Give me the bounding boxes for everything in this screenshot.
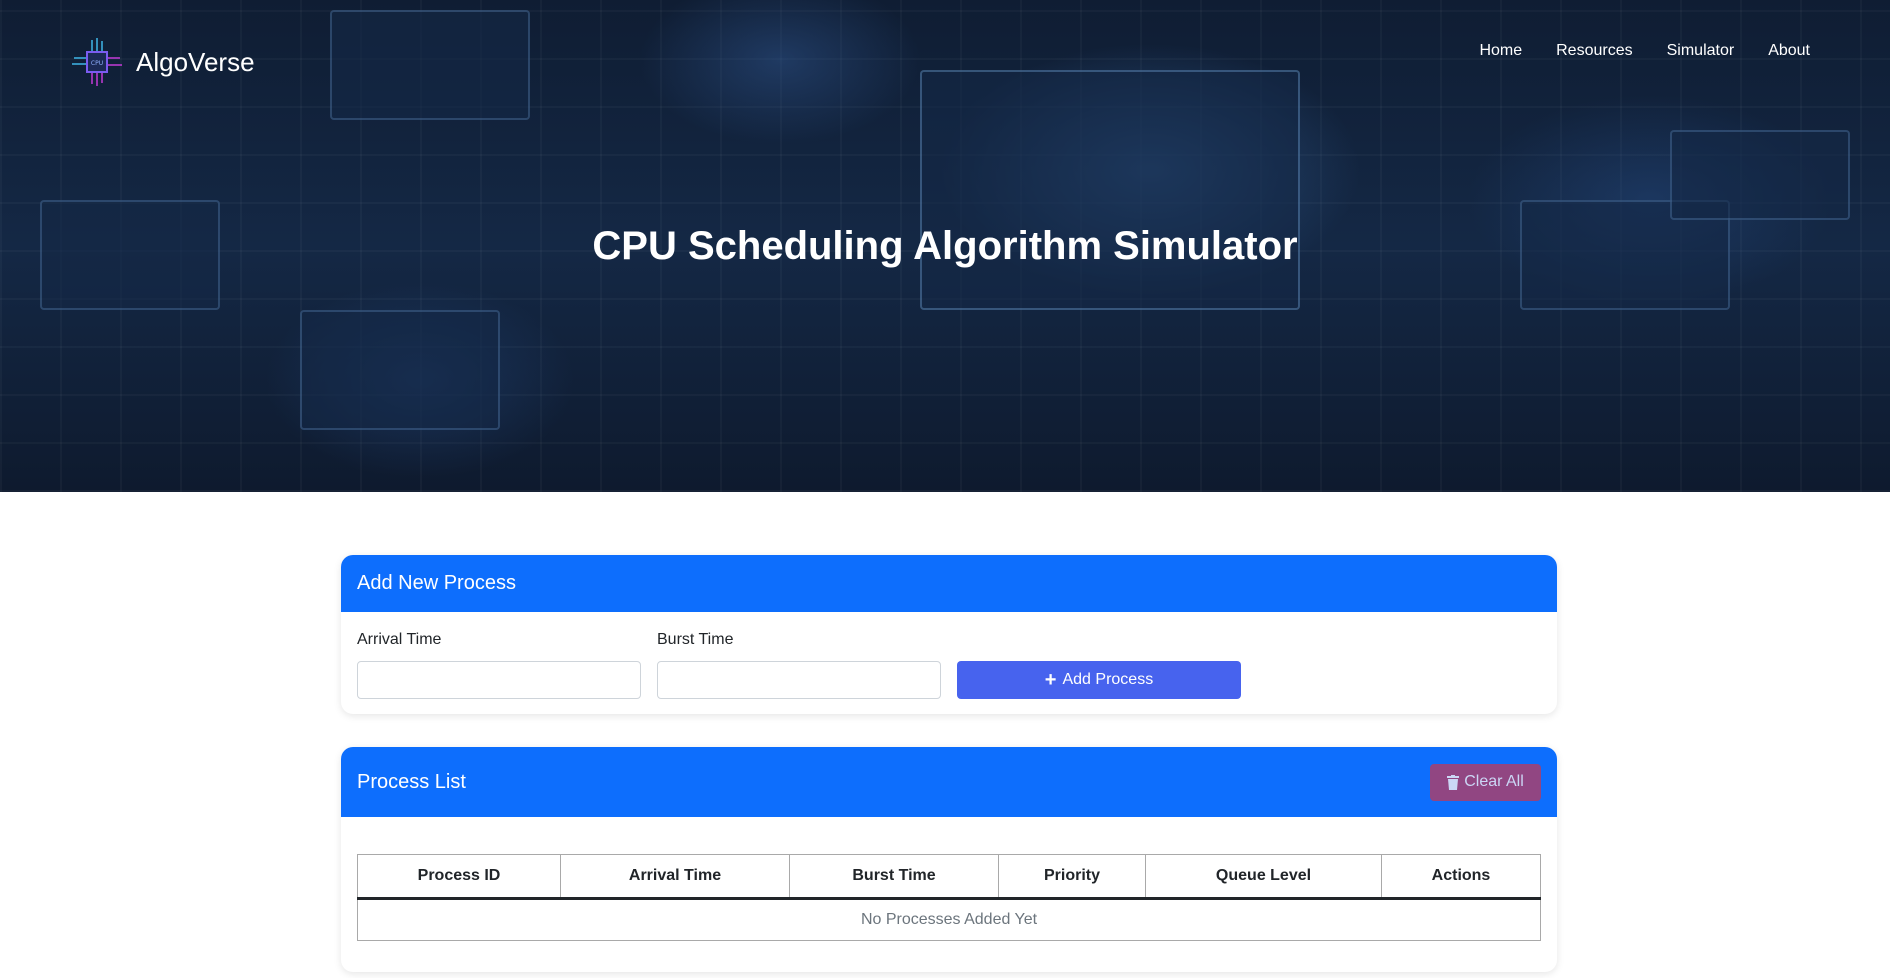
nav-about[interactable]: About — [1768, 42, 1810, 60]
card-header: Add New Process — [341, 555, 1557, 612]
process-list-card: Process List Clear All Process ID Arriva… — [341, 747, 1557, 972]
plus-icon: + — [1044, 668, 1057, 691]
svg-text:CPU: CPU — [91, 60, 103, 67]
card-title: Add New Process — [357, 572, 516, 594]
circuit-decoration — [1670, 130, 1850, 220]
nav-home[interactable]: Home — [1479, 42, 1522, 60]
brand-name: AlgoVerse — [136, 46, 255, 77]
page-title: CPU Scheduling Algorithm Simulator — [592, 224, 1298, 268]
hero-banner: CPU AlgoVerse Home Resources Simulator A… — [0, 0, 1890, 492]
add-process-card: Add New Process Arrival Time Burst Time … — [341, 555, 1557, 714]
nav-simulator[interactable]: Simulator — [1667, 42, 1735, 60]
circuit-decoration — [300, 310, 500, 430]
col-burst-time: Burst Time — [789, 854, 999, 900]
process-table: Process ID Arrival Time Burst Time Prior… — [357, 854, 1541, 941]
clear-all-button[interactable]: Clear All — [1430, 763, 1541, 801]
card-title: Process List — [357, 770, 466, 793]
col-queue-level: Queue Level — [1145, 854, 1382, 900]
arrival-time-label: Arrival Time — [357, 631, 442, 648]
arrival-time-input[interactable] — [357, 661, 641, 699]
nav-resources[interactable]: Resources — [1556, 42, 1632, 60]
cpu-icon: CPU — [72, 38, 122, 86]
add-process-button[interactable]: + Add Process — [957, 661, 1241, 699]
clear-all-label: Clear All — [1464, 773, 1524, 790]
trash-icon — [1447, 774, 1460, 790]
circuit-decoration — [330, 10, 530, 120]
circuit-decoration — [920, 70, 1300, 310]
col-process-id: Process ID — [357, 854, 561, 900]
main-nav: Home Resources Simulator About — [1479, 42, 1810, 60]
empty-message: No Processes Added Yet — [357, 898, 1541, 941]
table-row: No Processes Added Yet — [357, 898, 1541, 941]
col-priority: Priority — [998, 854, 1146, 900]
brand-logo[interactable]: CPU AlgoVerse — [72, 38, 255, 86]
col-arrival-time: Arrival Time — [560, 854, 790, 900]
card-header: Process List Clear All — [341, 747, 1557, 817]
add-process-label: Add Process — [1062, 671, 1154, 688]
col-actions: Actions — [1381, 854, 1541, 900]
table-header-row: Process ID Arrival Time Burst Time Prior… — [357, 854, 1541, 900]
burst-time-label: Burst Time — [657, 631, 734, 648]
burst-time-input[interactable] — [657, 661, 941, 699]
